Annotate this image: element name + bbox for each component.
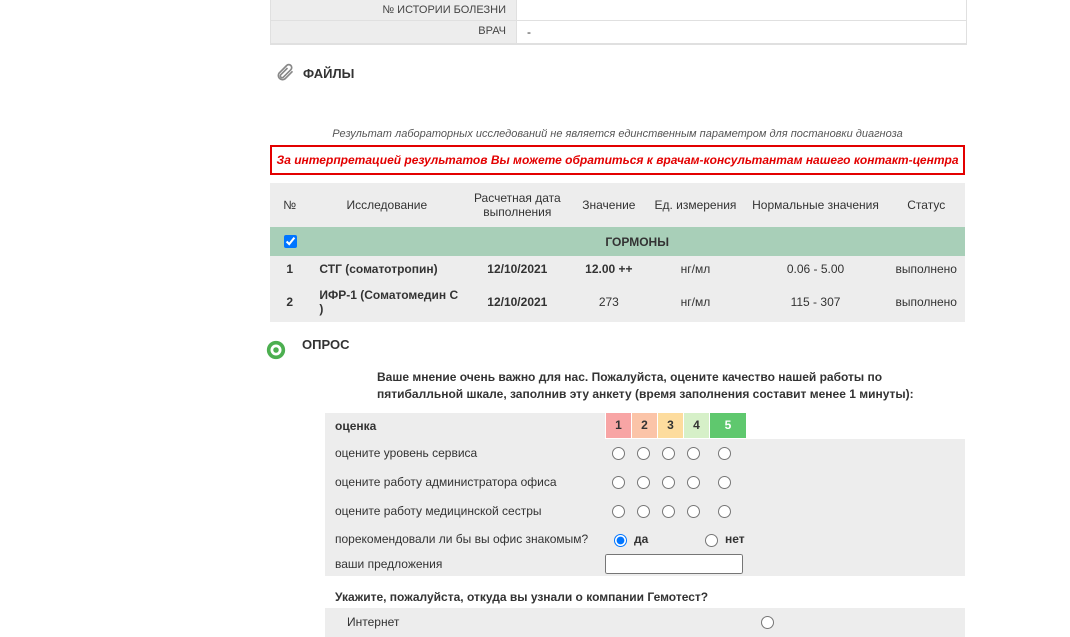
col-normal: Нормальные значения — [744, 183, 888, 227]
row-normal: 115 - 307 — [744, 282, 888, 322]
col-status: Статус — [887, 183, 965, 227]
row-test-name: СТГ (соматотропин) — [309, 256, 464, 282]
source-option-row: Интернет — [325, 608, 965, 637]
category-row: ГОРМОНЫ — [270, 227, 965, 256]
row-num: 2 — [270, 282, 309, 322]
table-row: 1 СТГ (соматотропин) 12/10/2021 12.00 ++… — [270, 256, 965, 282]
row-date: 12/10/2021 — [464, 256, 570, 282]
row-test-name: ИФР-1 (Соматомедин С ) — [309, 282, 464, 322]
rating-radio[interactable] — [687, 447, 700, 460]
category-checkbox[interactable] — [284, 235, 297, 248]
results-table: № Исследование Расчетная дата выполнения… — [270, 183, 965, 322]
row-value: 273 — [570, 282, 647, 322]
doctor-label: ВРАЧ — [271, 21, 516, 43]
survey-section: ОПРОС Ваше мнение очень важно для нас. П… — [265, 337, 1070, 637]
col-value: Значение — [570, 183, 647, 227]
rating-radio[interactable] — [612, 447, 625, 460]
survey-title: ОПРОС — [302, 337, 349, 352]
row-status: выполнено — [887, 256, 965, 282]
row-date: 12/10/2021 — [464, 282, 570, 322]
rating-radio[interactable] — [718, 447, 731, 460]
rating-radio[interactable] — [687, 505, 700, 518]
rating-1: 1 — [605, 413, 631, 438]
source-question: Укажите, пожалуйста, откуда вы узнали о … — [325, 586, 1070, 608]
row-units: нг/мл — [647, 282, 743, 322]
rating-radio[interactable] — [637, 476, 650, 489]
col-date: Расчетная дата выполнения — [464, 183, 570, 227]
rating-radio[interactable] — [612, 505, 625, 518]
rating-radio[interactable] — [662, 447, 675, 460]
col-units: Ед. измерения — [647, 183, 743, 227]
rating-radio[interactable] — [637, 505, 650, 518]
recommend-no-radio[interactable] — [705, 534, 718, 547]
rating-radio[interactable] — [687, 476, 700, 489]
history-number-label: № ИСТОРИИ БОЛЕЗНИ — [271, 0, 516, 20]
rating-radio[interactable] — [662, 476, 675, 489]
row-num: 1 — [270, 256, 309, 282]
recommend-question: порекомендовали ли бы вы офис знакомым? — [325, 527, 605, 551]
doctor-value: - — [516, 21, 966, 43]
recommend-no-label: нет — [725, 532, 765, 546]
files-section: ФАЙЛЫ — [275, 63, 1070, 83]
recommend-yes-label: да — [634, 532, 674, 546]
recommend-row: порекомендовали ли бы вы офис знакомым? … — [325, 526, 965, 552]
suggestions-row: ваши предложения — [325, 552, 965, 576]
rating-5: 5 — [709, 413, 746, 438]
source-radio[interactable] — [761, 616, 774, 629]
rating-radio[interactable] — [718, 476, 731, 489]
rating-radio[interactable] — [718, 505, 731, 518]
source-label: Интернет — [325, 610, 752, 634]
interpretation-notice: За интерпретацией результатов Вы можете … — [270, 145, 965, 175]
disclaimer-text: Результат лабораторных исследований не я… — [270, 128, 965, 140]
survey-intro: Ваше мнение очень важно для нас. Пожалуй… — [377, 369, 957, 403]
results-header-row: № Исследование Расчетная дата выполнения… — [270, 183, 965, 227]
table-row: 2 ИФР-1 (Соматомедин С ) 12/10/2021 273 … — [270, 282, 965, 322]
suggestions-label: ваши предложения — [325, 552, 605, 576]
history-number-value — [516, 0, 966, 20]
rating-header-row: оценка 1 2 3 4 5 — [325, 413, 965, 439]
rating-4: 4 — [683, 413, 709, 438]
row-value: 12.00 ++ — [570, 256, 647, 282]
row-normal: 0.06 - 5.00 — [744, 256, 888, 282]
rating-label: оценка — [325, 413, 605, 439]
rating-3: 3 — [657, 413, 683, 438]
col-num: № — [270, 183, 309, 227]
rating-radio[interactable] — [637, 447, 650, 460]
question-label: оцените работу администратора офиса — [325, 470, 605, 494]
col-test: Исследование — [309, 183, 464, 227]
patient-info-panel: № ИСТОРИИ БОЛЕЗНИ ВРАЧ - — [270, 0, 967, 45]
recommend-yes-radio[interactable] — [614, 534, 627, 547]
question-label: оцените уровень сервиса — [325, 441, 605, 465]
paperclip-icon — [275, 63, 295, 83]
survey-question-row: оцените работу администратора офиса — [325, 468, 965, 497]
survey-question-row: оцените уровень сервиса — [325, 439, 965, 468]
rating-radio[interactable] — [612, 476, 625, 489]
rating-radio[interactable] — [662, 505, 675, 518]
question-label: оцените работу медицинской сестры — [325, 499, 605, 523]
rating-2: 2 — [631, 413, 657, 438]
category-name: ГОРМОНЫ — [309, 227, 965, 256]
suggestions-input[interactable] — [605, 554, 743, 574]
row-units: нг/мл — [647, 256, 743, 282]
survey-question-row: оцените работу медицинской сестры — [325, 497, 965, 526]
row-status: выполнено — [887, 282, 965, 322]
survey-icon — [265, 339, 287, 361]
files-title: ФАЙЛЫ — [303, 66, 354, 81]
